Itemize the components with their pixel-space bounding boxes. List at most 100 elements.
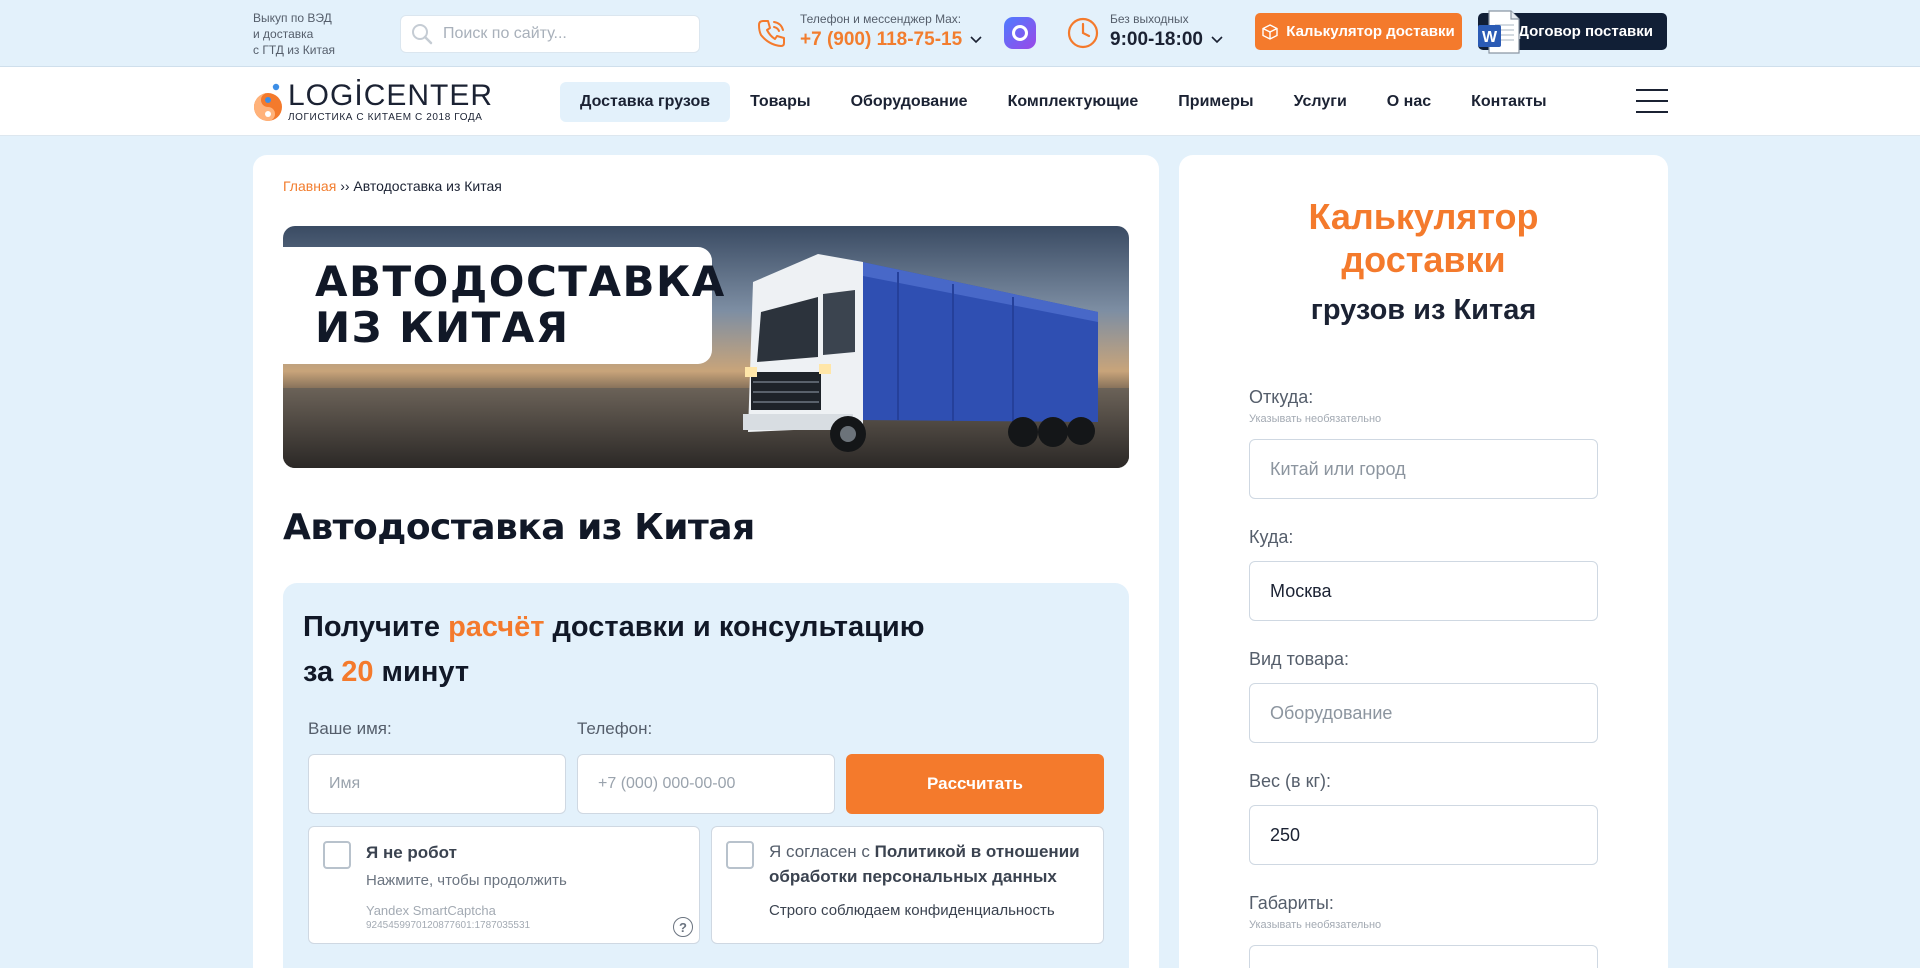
to-label: Куда: — [1249, 527, 1294, 547]
chevron-down-icon[interactable] — [970, 36, 982, 44]
calculate-button[interactable]: Рассчитать — [846, 754, 1104, 814]
delivery-calculator: Калькулятор доставки грузов из Китая Отк… — [1179, 155, 1668, 968]
search-icon — [412, 24, 433, 45]
to-value: Москва — [1270, 580, 1332, 601]
lead-form-title: Получите расчёт доставки и консультацию … — [303, 605, 925, 695]
calculator-button[interactable]: Калькулятор доставки — [1255, 13, 1462, 50]
hero-banner: АВТОДОСТАВКА ИЗ КИТАЯ — [283, 226, 1129, 468]
phone-number[interactable]: +7 (900) 118-75-15 — [800, 29, 962, 51]
phone-placeholder: +7 (000) 000-00-00 — [598, 775, 736, 792]
captcha-widget: Я не робот Нажмите, чтобы продолжить Yan… — [308, 826, 700, 944]
nav-item-goods[interactable]: Товары — [730, 82, 831, 122]
lead-title-highlight: расчёт — [448, 611, 545, 643]
hours-value: 9:00-18:00 — [1110, 29, 1203, 50]
top-note-line: с ГТД из Китая — [253, 43, 335, 57]
hero-heading-line1: АВТОДОСТАВКА — [315, 257, 726, 306]
breadcrumb-home-link[interactable]: Главная — [283, 178, 336, 194]
phone-number-link[interactable]: +7 (900) 118-75-15 — [800, 29, 982, 51]
goods-placeholder: Оборудование — [1270, 702, 1393, 723]
top-bar: Выкуп по ВЭД и доставка с ГТД из Китая Т… — [0, 0, 1920, 67]
name-label: Ваше имя: — [308, 719, 392, 738]
consent-block: Я согласен с Политикой в отношении обраб… — [711, 826, 1104, 944]
nav-item-cargo-delivery[interactable]: Доставка грузов — [560, 82, 731, 122]
weight-value: 250 — [1270, 824, 1301, 845]
max-messenger-icon[interactable] — [1004, 17, 1036, 49]
logo-name-right: CENTER — [363, 79, 494, 112]
consent-checkbox[interactable] — [726, 841, 754, 869]
nav-item-services[interactable]: Услуги — [1274, 82, 1367, 122]
hero-heading: АВТОДОСТАВКА ИЗ КИТАЯ — [283, 247, 726, 364]
lead-title-text: минут — [373, 656, 470, 688]
word-document-icon[interactable]: W — [1477, 9, 1521, 55]
hero-heading-line2: ИЗ КИТАЯ — [315, 303, 570, 352]
consent-note: Строго соблюдаем конфиденциальность — [769, 902, 1055, 919]
lead-title-text: доставки и консультацию — [544, 611, 925, 643]
hours-block: Без выходных 9:00-18:00 — [1110, 12, 1223, 51]
goods-label: Вид товара: — [1249, 649, 1350, 669]
calculator-title-line2: доставки — [1341, 239, 1506, 280]
truck-image — [743, 254, 1098, 452]
clock-icon — [1067, 17, 1099, 49]
package-icon — [1262, 23, 1278, 40]
captcha-id: 9245459970120877601:1787035531 — [366, 920, 531, 931]
search-input[interactable] — [443, 25, 683, 43]
lead-title-text: Получите — [303, 611, 449, 643]
phone-field[interactable]: +7 (000) 000-00-00 — [577, 754, 835, 814]
nav-item-contacts[interactable]: Контакты — [1451, 82, 1566, 122]
lead-form: Получите расчёт доставки и консультацию … — [283, 583, 1129, 968]
consent-text: Я согласен с Политикой в отношении обраб… — [769, 839, 1099, 889]
phone-label: Телефон: — [577, 719, 653, 738]
nav-item-equipment[interactable]: Оборудование — [831, 82, 988, 122]
from-placeholder: Китай или город — [1270, 458, 1406, 479]
main-content: Главная ›› Автодоставка из Китая АВТОДОС… — [253, 155, 1159, 968]
top-note-line: и доставка — [253, 27, 314, 41]
contract-button-label: Договор поставки — [1518, 23, 1653, 40]
svg-text:W: W — [1482, 29, 1498, 46]
phone-block: Телефон и мессенджер Max: +7 (900) 118-7… — [800, 12, 982, 51]
logo-tagline: ЛОГИСТИКА С КИТАЕМ С 2018 ГОДА — [288, 112, 483, 123]
phone-caption: Телефон и мессенджер Max: — [800, 12, 962, 26]
page-title: Автодоставка из Китая — [283, 507, 755, 548]
captcha-brand: Yandex SmartCaptcha — [366, 903, 496, 918]
help-icon[interactable]: ? — [673, 917, 693, 937]
breadcrumb-current: Автодоставка из Китая — [353, 178, 502, 194]
captcha-checkbox[interactable] — [323, 841, 351, 869]
to-field[interactable]: Москва — [1249, 561, 1598, 621]
phone-icon[interactable] — [755, 16, 789, 50]
size-label: Габариты: — [1249, 893, 1334, 913]
weight-label: Вес (в кг): — [1249, 771, 1332, 791]
nav-item-about[interactable]: О нас — [1367, 82, 1451, 122]
lead-title-text: за — [303, 656, 342, 688]
captcha-subtitle: Нажмите, чтобы продолжить — [366, 872, 567, 889]
goods-field[interactable]: Оборудование — [1249, 683, 1598, 743]
nav-item-components[interactable]: Комплектующие — [988, 82, 1159, 122]
name-placeholder: Имя — [329, 775, 361, 792]
search-box[interactable] — [400, 15, 700, 53]
size-field[interactable] — [1249, 945, 1598, 968]
main-navbar: LOGİCENTER ЛОГИСТИКА С КИТАЕМ С 2018 ГОД… — [0, 67, 1920, 136]
breadcrumb: Главная ›› Автодоставка из Китая — [283, 178, 502, 194]
calculator-title: Калькулятор доставки — [1179, 195, 1668, 281]
top-note-line: Выкуп по ВЭД — [253, 11, 332, 25]
calculator-subtitle: грузов из Китая — [1310, 294, 1537, 326]
from-hint: Указывать необязательно — [1249, 413, 1382, 425]
chevron-down-icon[interactable] — [1211, 36, 1223, 44]
logo-icon — [254, 83, 282, 121]
captcha-title: Я не робот — [366, 843, 457, 862]
logo-name-left: LOGİ — [288, 79, 364, 112]
menu-burger-icon[interactable] — [1636, 89, 1668, 113]
nav-item-examples[interactable]: Примеры — [1158, 82, 1273, 122]
weight-field[interactable]: 250 — [1249, 805, 1598, 865]
from-label: Откуда: — [1249, 387, 1314, 407]
hours-caption: Без выходных — [1110, 12, 1189, 26]
consent-prefix: Я согласен с — [769, 842, 875, 861]
size-hint: Указывать необязательно — [1249, 919, 1382, 931]
from-field[interactable]: Китай или город — [1249, 439, 1598, 499]
breadcrumb-separator: ›› — [340, 178, 350, 194]
name-field[interactable]: Имя — [308, 754, 566, 814]
hours-dropdown[interactable]: 9:00-18:00 — [1110, 29, 1223, 51]
calculator-button-label: Калькулятор доставки — [1286, 23, 1455, 40]
logo[interactable]: LOGİCENTER ЛОГИСТИКА С КИТАЕМ С 2018 ГОД… — [252, 81, 493, 123]
calculator-title-line1: Калькулятор — [1308, 196, 1539, 237]
main-menu: Доставка грузов Товары Оборудование Комп… — [560, 82, 1567, 122]
